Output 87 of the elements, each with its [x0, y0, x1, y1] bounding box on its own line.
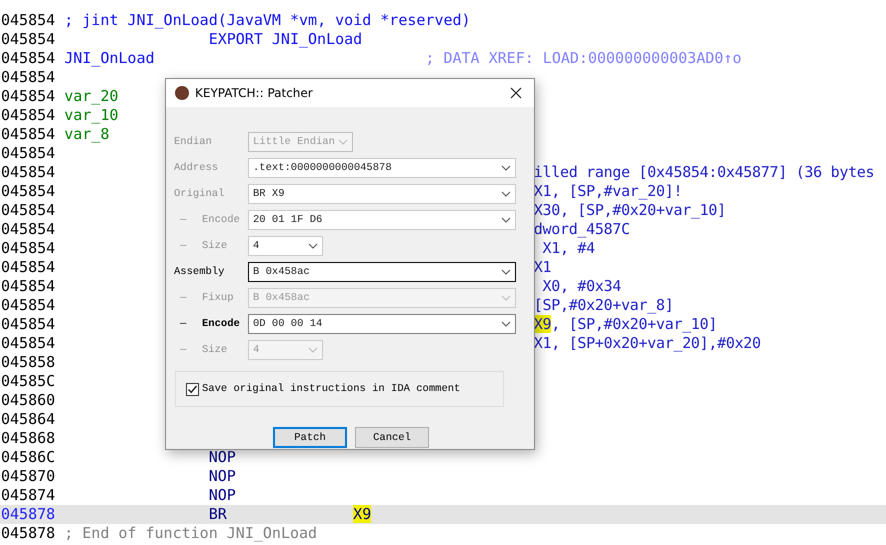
dash-text: —: [179, 344, 188, 356]
chevron-down-icon: [501, 295, 511, 301]
chevron-down-icon: [308, 243, 318, 249]
address-text: 045854: [1, 163, 56, 182]
field-label: Original: [174, 188, 224, 200]
field-label: Encode: [201, 214, 240, 226]
code-text: var_20: [64, 87, 118, 105]
cancel-button[interactable]: Cancel: [355, 427, 429, 448]
dropdown-field[interactable]: B 0x458ac: [248, 262, 516, 282]
code-text: ; DATA XREF: LOAD:000000000003AD0↑o: [425, 49, 742, 67]
dash-text: —: [179, 214, 188, 226]
code-text: X30, [SP,#0x20+var_10]: [534, 201, 726, 219]
chevron-down-icon: [501, 217, 511, 223]
dropdown-field[interactable]: 20 01 1F D6: [248, 210, 516, 230]
code-text: EXPORT JNI_OnLoad: [208, 30, 362, 48]
code-text: X0, #0x34: [541, 277, 622, 295]
dash-text: —: [179, 318, 188, 330]
address-text: 045854: [1, 106, 56, 125]
address-text: 045854: [1, 11, 56, 30]
chevron-down-icon: [338, 139, 348, 145]
address-text: 045854: [1, 258, 56, 277]
code-text: X1: [534, 258, 552, 276]
checkbox[interactable]: [186, 382, 199, 396]
address-text: 045854: [1, 68, 56, 87]
code-text: NOP: [208, 467, 236, 485]
field-label: Size: [201, 344, 228, 356]
address-text: 045878: [1, 524, 56, 543]
address-text: 045864: [1, 410, 56, 429]
chevron-down-icon: [501, 321, 511, 327]
chevron-down-icon: [308, 347, 318, 353]
field-label: Assembly: [174, 266, 224, 278]
code-text: dword_4587C: [534, 220, 630, 238]
address-text: 045874: [1, 486, 56, 505]
address-text: 045854: [1, 277, 56, 296]
code-text: X9: [353, 505, 372, 523]
code-text: var_8: [64, 125, 110, 143]
code-text: , [SP,#0x20+var_10]: [551, 315, 718, 333]
dash-text: —: [179, 240, 188, 252]
address-text: 045854: [1, 49, 56, 68]
address-text: 045854: [1, 315, 56, 334]
field-label: Fixup: [201, 292, 234, 304]
address-text: 045854: [1, 182, 56, 201]
dropdown-field[interactable]: 4: [248, 236, 323, 256]
address-text: 04585C: [1, 372, 56, 391]
address-text: 045854: [1, 144, 56, 163]
address-text: 04586C: [1, 448, 56, 467]
code-text: JNI_OnLoad: [64, 49, 155, 67]
code-text: [SP,#0x20+var_8]: [534, 296, 674, 314]
address-text: 045854: [1, 334, 56, 353]
avatar-icon: [175, 86, 189, 100]
chevron-down-icon: [501, 165, 511, 171]
field-label: Size: [201, 240, 228, 252]
code-text: NOP: [208, 486, 236, 504]
address-text: 045854: [1, 87, 56, 106]
checkbox-label: Save original instructions in IDA comment: [202, 383, 460, 395]
chevron-down-icon: [501, 269, 511, 275]
dash-text: —: [179, 292, 188, 304]
address-text: 045854: [1, 220, 56, 239]
code-text: X1, [SP+0x20+var_20],#0x20: [534, 334, 761, 352]
field-label: Endian: [174, 136, 212, 148]
address-text: 045854: [1, 239, 56, 258]
field-label: Encode: [201, 318, 240, 330]
address-text: 045868: [1, 429, 56, 448]
address-text: 045870: [1, 467, 56, 486]
dialog-title: KEYPATCH:: Patcher: [195, 86, 314, 100]
dropdown-field[interactable]: BR X9: [248, 184, 516, 204]
close-icon[interactable]: [510, 87, 522, 99]
address-text: 045854: [1, 201, 56, 220]
address-text: 045878: [1, 505, 56, 524]
code-text: illed range [0x45854:0x45877] (36 bytes: [534, 163, 874, 181]
address-text: 045854: [1, 125, 56, 144]
code-text: X1, #4: [541, 239, 595, 257]
code-text: ; jint JNI_OnLoad(JavaVM *vm, void *reserved): [64, 11, 471, 29]
address-text: 045854: [1, 296, 56, 315]
address-text: 045858: [1, 353, 56, 372]
patch-button[interactable]: Patch: [273, 427, 347, 448]
address-text: 045860: [1, 391, 56, 410]
code-text: var_10: [64, 106, 118, 124]
code-text: ; End of function JNI_OnLoad: [64, 524, 318, 542]
address-text: 045854: [1, 30, 56, 49]
field-label: Address: [174, 162, 218, 174]
dropdown-field[interactable]: 0D 00 00 14: [248, 314, 516, 334]
code-text: X1, [SP,#var_20]!: [534, 182, 682, 200]
chevron-down-icon: [501, 191, 511, 197]
dropdown-field[interactable]: .text:0000000000045878: [248, 158, 516, 178]
code-text: BR: [208, 505, 227, 523]
code-text: NOP: [208, 448, 236, 466]
